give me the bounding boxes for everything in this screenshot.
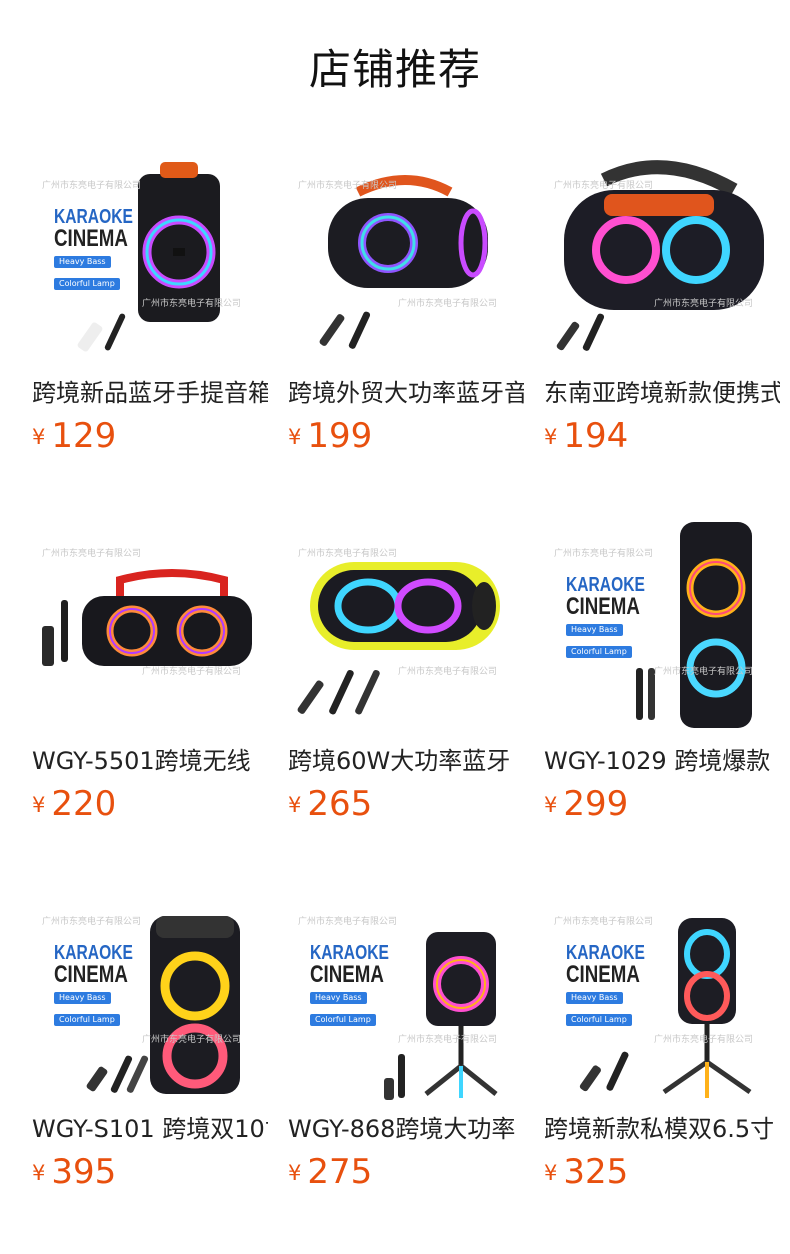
product-price: ¥265 xyxy=(288,784,373,824)
page-title: 店铺推荐 xyxy=(308,45,481,94)
watermark: 广州市东亮电子有限公司 xyxy=(554,917,654,927)
watermark: 广州市东亮电子有限公司 xyxy=(298,549,398,559)
product-card[interactable]: 广州市东亮电子有限公司 广州市东亮电子有限公司 KARAOKE CINEMA H… xyxy=(288,886,524,1254)
product-name[interactable]: 跨境外贸大功率蓝牙音箱 xyxy=(288,376,524,410)
feature-badge: Heavy Bass xyxy=(310,992,367,1004)
watermark: 广州市东亮电子有限公司 xyxy=(298,181,398,191)
product-image[interactable]: 广州市东亮电子有限公司 广州市东亮电子有限公司 KARAOKE CINEMA H… xyxy=(32,886,268,1100)
product-image[interactable]: 广州市东亮电子有限公司 广州市东亮电子有限公司 KARAOKE CINEMA H… xyxy=(544,518,780,732)
currency-symbol: ¥ xyxy=(288,1161,302,1185)
product-card[interactable]: 广州市东亮电子有限公司 广州市东亮电子有限公司 WGY-5501跨境无线 ¥22… xyxy=(32,518,268,886)
watermark: 广州市东亮电子有限公司 xyxy=(142,299,242,309)
product-image[interactable]: 广州市东亮电子有限公司 广州市东亮电子有限公司 xyxy=(32,518,268,732)
watermark: 广州市东亮电子有限公司 xyxy=(42,549,142,559)
feature-badge: Heavy Bass xyxy=(566,992,623,1004)
product-price: ¥299 xyxy=(544,784,629,824)
watermark: 广州市东亮电子有限公司 xyxy=(142,1035,242,1045)
currency-symbol: ¥ xyxy=(288,793,302,817)
product-name[interactable]: 跨境60W大功率蓝牙 xyxy=(288,744,524,778)
product-price: ¥199 xyxy=(288,416,373,456)
watermark: 广州市东亮电子有限公司 xyxy=(554,549,654,559)
watermark: 广州市东亮电子有限公司 xyxy=(554,181,654,191)
watermark: 广州市东亮电子有限公司 xyxy=(398,667,498,677)
watermark: 广州市东亮电子有限公司 xyxy=(398,1035,498,1045)
product-card[interactable]: 广州市东亮电子有限公司 广州市东亮电子有限公司 KARAOKE CINEMA H… xyxy=(32,886,268,1254)
brand-badge: KARAOKE CINEMA xyxy=(54,942,133,988)
product-price: ¥275 xyxy=(288,1152,373,1192)
brand-badge: KARAOKE CINEMA xyxy=(310,942,389,988)
feature-badge: Colorful Lamp xyxy=(54,1014,120,1026)
product-name[interactable]: 跨境新品蓝牙手提音箱 xyxy=(32,376,268,410)
feature-badge: Colorful Lamp xyxy=(310,1014,376,1026)
product-name[interactable]: WGY-868跨境大功率 xyxy=(288,1112,524,1146)
watermark: 广州市东亮电子有限公司 xyxy=(398,299,498,309)
watermark: 广州市东亮电子有限公司 xyxy=(42,181,142,191)
currency-symbol: ¥ xyxy=(32,425,46,449)
product-image[interactable]: 广州市东亮电子有限公司 广州市东亮电子有限公司 xyxy=(544,150,780,364)
watermark: 广州市东亮电子有限公司 xyxy=(654,1035,754,1045)
currency-symbol: ¥ xyxy=(32,1161,46,1185)
currency-symbol: ¥ xyxy=(544,1161,558,1185)
feature-badge: Heavy Bass xyxy=(54,992,111,1004)
feature-badge: Heavy Bass xyxy=(566,624,623,636)
feature-badge: Heavy Bass xyxy=(54,256,111,268)
brand-badge: KARAOKE CINEMA xyxy=(566,942,645,988)
product-card[interactable]: 广州市东亮电子有限公司 广州市东亮电子有限公司 KARAOKE CINEMA H… xyxy=(544,886,780,1254)
brand-badge: KARAOKE CINEMA xyxy=(566,574,645,620)
currency-symbol: ¥ xyxy=(544,425,558,449)
product-price: ¥220 xyxy=(32,784,117,824)
watermark: 广州市东亮电子有限公司 xyxy=(42,917,142,927)
product-image[interactable]: 广州市东亮电子有限公司 广州市东亮电子有限公司 KARAOKE CINEMA H… xyxy=(544,886,780,1100)
watermark: 广州市东亮电子有限公司 xyxy=(654,299,754,309)
watermark: 广州市东亮电子有限公司 xyxy=(142,667,242,677)
product-name[interactable]: WGY-S101 跨境双10寸 xyxy=(32,1112,268,1146)
product-name[interactable]: WGY-5501跨境无线 xyxy=(32,744,268,778)
feature-badge: Colorful Lamp xyxy=(54,278,120,290)
product-image[interactable]: 广州市东亮电子有限公司 广州市东亮电子有限公司 xyxy=(288,518,524,732)
product-name[interactable]: 东南亚跨境新款便携式 xyxy=(544,376,780,410)
currency-symbol: ¥ xyxy=(32,793,46,817)
currency-symbol: ¥ xyxy=(544,793,558,817)
watermark: 广州市东亮电子有限公司 xyxy=(654,667,754,677)
product-price: ¥325 xyxy=(544,1152,629,1192)
product-card[interactable]: 广州市东亮电子有限公司 广州市东亮电子有限公司 跨境60W大功率蓝牙 ¥265 xyxy=(288,518,524,886)
product-card[interactable]: 广州市东亮电子有限公司 广州市东亮电子有限公司 KARAOKE CINEMA H… xyxy=(544,518,780,886)
feature-badge: Colorful Lamp xyxy=(566,1014,632,1026)
product-price: ¥194 xyxy=(544,416,629,456)
currency-symbol: ¥ xyxy=(288,425,302,449)
product-image[interactable]: 广州市东亮电子有限公司 广州市东亮电子有限公司 xyxy=(288,150,524,364)
product-name[interactable]: WGY-1029 跨境爆款 xyxy=(544,744,780,778)
product-card[interactable]: 广州市东亮电子有限公司 广州市东亮电子有限公司 东南亚跨境新款便携式 ¥194 xyxy=(544,150,780,518)
brand-badge: KARAOKE CINEMA xyxy=(54,206,133,252)
watermark: 广州市东亮电子有限公司 xyxy=(298,917,398,927)
product-name[interactable]: 跨境新款私模双6.5寸 xyxy=(544,1112,780,1146)
product-price: ¥395 xyxy=(32,1152,117,1192)
feature-badge: Colorful Lamp xyxy=(566,646,632,658)
product-card[interactable]: 广州市东亮电子有限公司 广州市东亮电子有限公司 跨境外贸大功率蓝牙音箱 ¥199 xyxy=(288,150,524,518)
product-image[interactable]: 广州市东亮电子有限公司 广州市东亮电子有限公司 KARAOKE CINEMA H… xyxy=(32,150,268,364)
product-image[interactable]: 广州市东亮电子有限公司 广州市东亮电子有限公司 KARAOKE CINEMA H… xyxy=(288,886,524,1100)
product-card[interactable]: 广州市东亮电子有限公司 广州市东亮电子有限公司 KARAOKE CINEMA H… xyxy=(32,150,268,518)
product-grid: 广州市东亮电子有限公司 广州市东亮电子有限公司 KARAOKE CINEMA H… xyxy=(32,150,780,1254)
product-price: ¥129 xyxy=(32,416,117,456)
